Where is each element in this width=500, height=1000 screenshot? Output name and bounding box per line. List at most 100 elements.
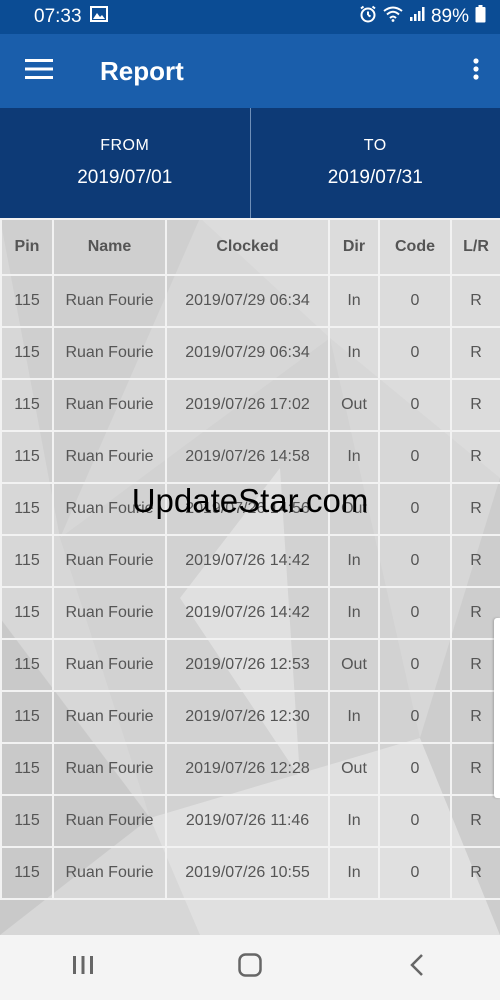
from-date-selector[interactable]: FROM 2019/07/01 <box>0 108 251 218</box>
cell-lr: R <box>450 482 500 536</box>
table-row[interactable]: 115 Ruan Fourie 2019/07/26 12:53 Out 0 R <box>0 638 500 692</box>
navigation-bar <box>0 935 500 1000</box>
cell-dir: In <box>328 274 380 328</box>
more-vertical-icon <box>473 57 479 85</box>
signal-icon <box>409 6 425 28</box>
from-label: FROM <box>100 137 150 154</box>
status-right: 89% <box>359 5 486 29</box>
cell-lr: R <box>450 690 500 744</box>
report-table: Pin Name Clocked Dir Code L/R 115 Ruan Fo… <box>0 218 500 900</box>
cell-code: 0 <box>378 846 452 900</box>
cell-code: 0 <box>378 586 452 640</box>
cell-lr: R <box>450 742 500 796</box>
cell-name: Ruan Fourie <box>52 274 167 328</box>
scrollbar[interactable] <box>494 618 500 798</box>
status-time: 07:33 <box>34 6 82 27</box>
recent-apps-button[interactable] <box>43 935 123 1000</box>
cell-clocked: 2019/07/26 17:02 <box>165 378 330 432</box>
page-title: Report <box>100 55 184 86</box>
cell-lr: R <box>450 586 500 640</box>
home-button[interactable] <box>210 935 290 1000</box>
cell-code: 0 <box>378 534 452 588</box>
cell-dir: In <box>328 690 380 744</box>
cell-pin: 115 <box>0 794 54 848</box>
back-button[interactable] <box>377 935 457 1000</box>
table-row[interactable]: 115 Ruan Fourie 2019/07/26 12:30 In 0 R <box>0 690 500 744</box>
to-label: TO <box>363 137 387 154</box>
cell-clocked: 2019/07/26 11:46 <box>165 794 330 848</box>
column-header-lr[interactable]: L/R <box>450 218 500 276</box>
cell-name: Ruan Fourie <box>52 586 167 640</box>
column-header-code[interactable]: Code <box>378 218 452 276</box>
table-header-row: Pin Name Clocked Dir Code L/R <box>0 218 500 276</box>
cell-dir: Out <box>328 482 380 536</box>
cell-dir: Out <box>328 638 380 692</box>
table-row[interactable]: 115 Ruan Fourie 2019/07/26 14:58 In 0 R <box>0 430 500 484</box>
to-date-selector[interactable]: TO 2019/07/31 <box>251 108 500 218</box>
cell-code: 0 <box>378 378 452 432</box>
cell-code: 0 <box>378 326 452 380</box>
cell-dir: In <box>328 326 380 380</box>
hamburger-menu-icon <box>25 58 53 84</box>
table-row[interactable]: 115 Ruan Fourie 2019/07/26 12:28 Out 0 R <box>0 742 500 796</box>
status-bar: 07:33 89% <box>0 0 500 34</box>
table-row[interactable]: 115 Ruan Fourie 2019/07/26 11:46 In 0 R <box>0 794 500 848</box>
cell-name: Ruan Fourie <box>52 482 167 536</box>
back-icon <box>409 953 425 982</box>
cell-lr: R <box>450 326 500 380</box>
cell-code: 0 <box>378 274 452 328</box>
cell-lr: R <box>450 794 500 848</box>
cell-lr: R <box>450 638 500 692</box>
cell-name: Ruan Fourie <box>52 794 167 848</box>
date-range: FROM 2019/07/01 TO 2019/07/31 <box>0 108 500 218</box>
cell-dir: In <box>328 846 380 900</box>
cell-name: Ruan Fourie <box>52 326 167 380</box>
table-row[interactable]: 115 Ruan Fourie 2019/07/26 10:55 In 0 R <box>0 846 500 900</box>
cell-pin: 115 <box>0 482 54 536</box>
menu-button[interactable] <box>0 34 78 108</box>
report-table-container[interactable]: Pin Name Clocked Dir Code L/R 115 Ruan Fo… <box>0 218 500 935</box>
cell-clocked: 2019/07/29 06:34 <box>165 274 330 328</box>
cell-pin: 115 <box>0 274 54 328</box>
cell-clocked: 2019/07/26 10:55 <box>165 846 330 900</box>
cell-pin: 115 <box>0 378 54 432</box>
cell-pin: 115 <box>0 326 54 380</box>
cell-pin: 115 <box>0 430 54 484</box>
column-header-name[interactable]: Name <box>52 218 167 276</box>
battery-icon <box>475 5 486 29</box>
cell-dir: In <box>328 534 380 588</box>
image-icon <box>89 6 108 28</box>
to-date-value: 2019/07/31 <box>327 167 423 188</box>
cell-clocked: 2019/07/26 14:42 <box>165 586 330 640</box>
cell-lr: R <box>450 378 500 432</box>
column-header-clocked[interactable]: Clocked <box>165 218 330 276</box>
cell-pin: 115 <box>0 742 54 796</box>
cell-lr: R <box>450 534 500 588</box>
cell-code: 0 <box>378 690 452 744</box>
cell-pin: 115 <box>0 638 54 692</box>
column-header-pin[interactable]: Pin <box>0 218 54 276</box>
cell-name: Ruan Fourie <box>52 742 167 796</box>
table-row[interactable]: 115 Ruan Fourie 2019/07/26 14:42 In 0 R <box>0 534 500 588</box>
more-options-button[interactable] <box>452 34 500 108</box>
cell-clocked: 2019/07/26 12:30 <box>165 690 330 744</box>
table-row[interactable]: 115 Ruan Fourie 2019/07/26 14:56 Out 0 R <box>0 482 500 536</box>
cell-code: 0 <box>378 742 452 796</box>
recent-apps-icon <box>71 954 95 981</box>
cell-clocked: 2019/07/26 14:56 <box>165 482 330 536</box>
alarm-icon <box>359 5 377 29</box>
cell-clocked: 2019/07/29 06:34 <box>165 326 330 380</box>
table-row[interactable]: 115 Ruan Fourie 2019/07/26 14:42 In 0 R <box>0 586 500 640</box>
cell-clocked: 2019/07/26 12:28 <box>165 742 330 796</box>
cell-code: 0 <box>378 430 452 484</box>
battery-percent: 89% <box>430 6 469 27</box>
table-row[interactable]: 115 Ruan Fourie 2019/07/29 06:34 In 0 R <box>0 274 500 328</box>
status-left: 07:33 <box>34 6 108 28</box>
table-row[interactable]: 115 Ruan Fourie 2019/07/29 06:34 In 0 R <box>0 326 500 380</box>
cell-pin: 115 <box>0 534 54 588</box>
column-header-dir[interactable]: Dir <box>328 218 380 276</box>
report-screen: 07:33 89% Report FROM 2019/07/01 TO 2019… <box>0 0 500 1000</box>
cell-dir: In <box>328 794 380 848</box>
table-row[interactable]: 115 Ruan Fourie 2019/07/26 17:02 Out 0 R <box>0 378 500 432</box>
cell-code: 0 <box>378 638 452 692</box>
